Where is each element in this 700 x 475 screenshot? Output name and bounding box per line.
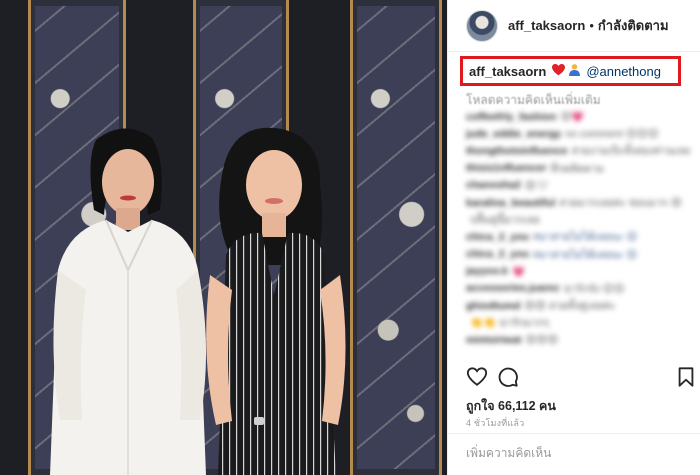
woman-striped-dress <box>206 127 346 475</box>
post-timestamp: 4 ชั่วโมงที่แล้ว <box>466 418 525 428</box>
caption-mention-link[interactable]: @annethong <box>586 64 661 79</box>
red-heart-icon <box>552 63 566 79</box>
comment-text: no comment 😊😊😊 <box>565 127 659 140</box>
comment-text: 😍🤍 <box>524 179 549 192</box>
comment-row: jayyoo.k 💗 <box>466 263 691 280</box>
caption-username[interactable]: aff_taksaorn <box>469 64 546 79</box>
comment-username[interactable]: thongthotoinfluence <box>466 145 567 157</box>
comment-text: ปลื้มคู่นี้มากเลย <box>470 214 540 227</box>
comment-text: 😍💗 <box>560 111 585 124</box>
add-comment-input[interactable] <box>466 442 691 464</box>
woman-white-shirt <box>50 128 207 475</box>
comment-text: สวยงามเป๊ะทั้งสองท่านเลยค่ะ 🖤 <box>571 145 691 158</box>
comment-username[interactable]: jude_eddie_energy <box>466 128 561 140</box>
comment-username[interactable]: chica_2_you <box>466 231 529 243</box>
person-icon <box>568 63 581 79</box>
bookmark-icon[interactable] <box>675 366 697 388</box>
comment-username[interactable]: ghiodtumd <box>466 300 520 312</box>
header-separator: • <box>589 18 594 33</box>
comment-text: ที่กดติดตาม <box>550 162 604 175</box>
header-username[interactable]: aff_taksaorn <box>508 18 585 33</box>
comment-text: 😍😍 สวยทั้งคู่เลยค่ะ <box>524 300 616 313</box>
action-bar <box>448 366 700 392</box>
caption-highlight-box: aff_taksaorn @annethong <box>460 56 681 86</box>
comment-username[interactable]: mintsiriwat <box>466 334 521 346</box>
comment-row: chanosha2 😍🤍 <box>466 177 691 194</box>
divider <box>448 433 700 434</box>
comment-username[interactable]: thisis1nfluencer <box>466 162 547 174</box>
heart-outline-icon[interactable] <box>466 366 488 388</box>
post-header: aff_taksaorn • กำลังติดตาม <box>448 0 700 52</box>
comment-username[interactable]: karalina_beautiful <box>466 197 555 209</box>
comment-row: thongthotoinfluence สวยงามเป๊ะทั้งสองท่าน… <box>466 142 691 159</box>
post-photo[interactable] <box>0 0 447 475</box>
comment-text: 👏👏 น่ารักมากๆ <box>470 317 549 330</box>
comment-text: #มาสายไม่ได้เลยนะ 😊 <box>533 248 638 261</box>
comment-text: #มาสายไม่ได้เลยนะ 😊 <box>533 231 638 244</box>
comment-row: ปลื้มคู่นี้มากเลย <box>466 211 691 228</box>
comment-row: coffeefrly_fashion 😍💗 <box>466 108 691 125</box>
comment-text: 💗 <box>512 265 526 278</box>
comment-list: coffeefrly_fashion 😍💗 jude_eddie_energy no… <box>466 108 691 349</box>
avatar[interactable] <box>466 9 498 42</box>
comment-row: accessories.juarez น่ารักจัง 😊😊 <box>466 280 691 297</box>
wall-frame <box>0 0 28 475</box>
comment-username[interactable]: chanosha2 <box>466 179 521 191</box>
comment-row: ghiodtumd 😍😍 สวยทั้งคู่เลยค่ะ <box>466 297 691 314</box>
comment-username[interactable]: accessories.juarez <box>466 282 559 294</box>
comment-username[interactable]: jayyoo.k <box>466 265 508 277</box>
comment-row: mintsiriwat 😍😍😍 <box>466 331 691 348</box>
comment-text: สวยมากเลยค่ะ ชอบมาก 😍 <box>559 197 682 210</box>
speech-bubble-icon[interactable] <box>497 366 519 388</box>
comment-row: 👏👏 น่ารักมากๆ <box>466 314 691 331</box>
comment-row: chica_2_you #มาสายไม่ได้เลยนะ 😊 <box>466 246 691 263</box>
comment-row: jude_eddie_energy no comment 😊😊😊 <box>466 125 691 142</box>
comment-text: น่ารักจัง 😊😊 <box>563 282 625 295</box>
wallpaper-panel <box>350 0 442 475</box>
comment-row: karalina_beautiful สวยมากเลยค่ะ ชอบมาก 😍 <box>466 194 691 211</box>
comment-row: chica_2_you #มาสายไม่ได้เลยนะ 😊 <box>466 228 691 245</box>
likes-count[interactable]: ถูกใจ 66,112 คน <box>466 396 556 416</box>
comment-text: 😍😍😍 <box>525 334 559 347</box>
comment-username[interactable]: coffeefrly_fashion <box>466 111 556 123</box>
following-button[interactable]: กำลังติดตาม <box>598 15 669 36</box>
comment-row: thisis1nfluencer ที่กดติดตาม <box>466 160 691 177</box>
post-side-panel: aff_taksaorn • กำลังติดตาม aff_taksaorn … <box>447 0 700 475</box>
comment-username[interactable]: chica_2_you <box>466 248 529 260</box>
